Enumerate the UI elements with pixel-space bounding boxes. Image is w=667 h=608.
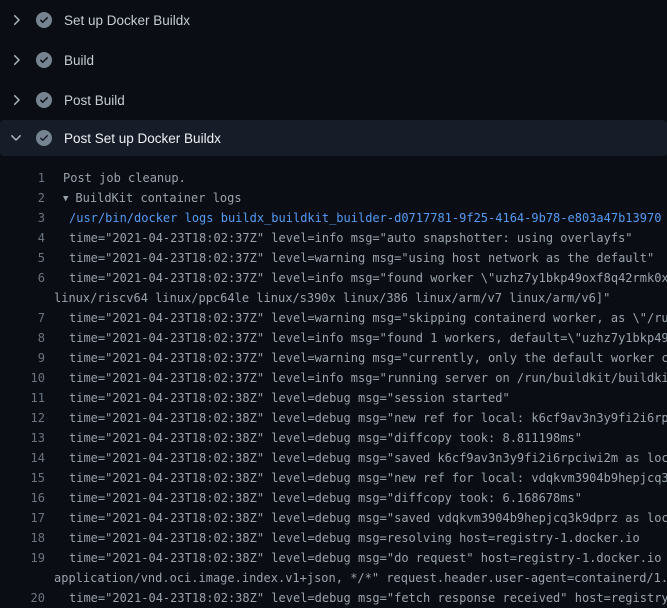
line-number[interactable]: 15 — [0, 468, 45, 488]
line-number[interactable]: 8 — [0, 328, 45, 348]
log-line-text: time="2021-04-23T18:02:38Z" level=debug … — [45, 448, 667, 468]
log-row: application/vnd.oci.image.index.v1+json,… — [0, 568, 667, 588]
log-row: 17time="2021-04-23T18:02:38Z" level=debu… — [0, 508, 667, 528]
log-line-text: time="2021-04-23T18:02:37Z" level=info m… — [45, 268, 667, 288]
log-line-text: time="2021-04-23T18:02:37Z" level=info m… — [45, 228, 667, 248]
step-label: Build — [64, 53, 94, 68]
log-row: 8time="2021-04-23T18:02:37Z" level=info … — [0, 328, 667, 348]
line-number[interactable]: 3 — [0, 208, 45, 228]
step-label: Post Set up Docker Buildx — [64, 131, 221, 146]
log-line-text: time="2021-04-23T18:02:37Z" level=warnin… — [45, 348, 667, 368]
command-text: /usr/bin/docker logs buildx_buildkit_bui… — [45, 208, 667, 228]
step-row-post-set-up-docker-buildx[interactable]: Post Set up Docker Buildx — [0, 120, 667, 156]
log-row: 2 ▼ BuildKit container logs — [0, 188, 667, 208]
log-row: 12time="2021-04-23T18:02:38Z" level=debu… — [0, 408, 667, 428]
line-number[interactable]: 4 — [0, 228, 45, 248]
line-number[interactable]: 18 — [0, 528, 45, 548]
line-number[interactable]: 20 — [0, 588, 45, 608]
line-number[interactable]: 7 — [0, 308, 45, 328]
line-number[interactable]: 2 — [0, 188, 45, 208]
step-label: Post Build — [64, 93, 125, 108]
line-number[interactable]: 6 — [0, 268, 45, 288]
log-line-text: time="2021-04-23T18:02:38Z" level=debug … — [45, 388, 667, 408]
log-row: 4time="2021-04-23T18:02:37Z" level=info … — [0, 228, 667, 248]
log-row: 3/usr/bin/docker logs buildx_buildkit_bu… — [0, 208, 667, 228]
log-line-text: time="2021-04-23T18:02:38Z" level=debug … — [45, 488, 667, 508]
log-line-text: time="2021-04-23T18:02:37Z" level=info m… — [45, 328, 667, 348]
log-viewer: 1Post job cleanup.2 ▼ BuildKit container l… — [0, 156, 667, 608]
chevron-right-icon — [8, 92, 24, 108]
line-number[interactable]: 16 — [0, 488, 45, 508]
line-number[interactable]: 1 — [0, 168, 45, 188]
log-row: 1Post job cleanup. — [0, 168, 667, 188]
check-circle-icon — [36, 92, 52, 108]
log-row: linux/riscv64 linux/ppc64le linux/s390x … — [0, 288, 667, 308]
check-circle-icon — [36, 130, 52, 146]
log-row: 11time="2021-04-23T18:02:38Z" level=debu… — [0, 388, 667, 408]
chevron-right-icon — [8, 52, 24, 68]
log-line-text: time="2021-04-23T18:02:38Z" level=debug … — [45, 528, 667, 548]
log-row: 20time="2021-04-23T18:02:38Z" level=debu… — [0, 588, 667, 608]
log-group-collapse-icon[interactable]: ▼ — [63, 189, 68, 208]
log-line-text: time="2021-04-23T18:02:37Z" level=warnin… — [45, 308, 667, 328]
step-label: Set up Docker Buildx — [64, 13, 190, 28]
log-line-text: time="2021-04-23T18:02:37Z" level=info m… — [45, 368, 667, 388]
log-row: 5time="2021-04-23T18:02:37Z" level=warni… — [0, 248, 667, 268]
line-number[interactable]: 17 — [0, 508, 45, 528]
line-number[interactable]: 19 — [0, 548, 45, 568]
line-number[interactable]: 10 — [0, 368, 45, 388]
log-line-text: ▼ BuildKit container logs — [45, 188, 667, 208]
log-line-text: time="2021-04-23T18:02:38Z" level=debug … — [45, 588, 667, 608]
line-number[interactable]: 14 — [0, 448, 45, 468]
line-number[interactable]: 9 — [0, 348, 45, 368]
chevron-right-icon — [8, 12, 24, 28]
log-row: 19time="2021-04-23T18:02:38Z" level=debu… — [0, 548, 667, 568]
line-number — [0, 568, 45, 588]
step-row-build[interactable]: Build — [0, 40, 667, 80]
step-row-set-up-docker-buildx[interactable]: Set up Docker Buildx — [0, 0, 667, 40]
steps-panel: Set up Docker Buildx Build Post Build Post … — [0, 0, 667, 156]
line-number[interactable]: 5 — [0, 248, 45, 268]
log-line-text: time="2021-04-23T18:02:38Z" level=debug … — [45, 428, 667, 448]
line-number[interactable]: 12 — [0, 408, 45, 428]
line-number — [0, 288, 45, 308]
log-line-text: time="2021-04-23T18:02:38Z" level=debug … — [45, 408, 667, 428]
line-number[interactable]: 11 — [0, 388, 45, 408]
log-line-text: time="2021-04-23T18:02:37Z" level=warnin… — [45, 248, 667, 268]
log-row: 7time="2021-04-23T18:02:37Z" level=warni… — [0, 308, 667, 328]
log-group-label: BuildKit container logs — [75, 191, 241, 205]
log-line-text: linux/riscv64 linux/ppc64le linux/s390x … — [45, 288, 667, 308]
log-row: 10time="2021-04-23T18:02:37Z" level=info… — [0, 368, 667, 388]
log-row: 16time="2021-04-23T18:02:38Z" level=debu… — [0, 488, 667, 508]
step-row-post-build[interactable]: Post Build — [0, 80, 667, 120]
log-line-text: time="2021-04-23T18:02:38Z" level=debug … — [45, 548, 667, 568]
check-circle-icon — [36, 52, 52, 68]
log-row: 14time="2021-04-23T18:02:38Z" level=debu… — [0, 448, 667, 468]
chevron-down-icon — [8, 130, 24, 146]
log-row: 6time="2021-04-23T18:02:37Z" level=info … — [0, 268, 667, 288]
log-line-text: Post job cleanup. — [45, 168, 667, 188]
log-row: 13time="2021-04-23T18:02:38Z" level=debu… — [0, 428, 667, 448]
log-line-text: time="2021-04-23T18:02:38Z" level=debug … — [45, 508, 667, 528]
log-row: 9time="2021-04-23T18:02:37Z" level=warni… — [0, 348, 667, 368]
log-line-text: time="2021-04-23T18:02:38Z" level=debug … — [45, 468, 667, 488]
line-number[interactable]: 13 — [0, 428, 45, 448]
log-line-text: application/vnd.oci.image.index.v1+json,… — [45, 568, 667, 588]
log-row: 18time="2021-04-23T18:02:38Z" level=debu… — [0, 528, 667, 548]
check-circle-icon — [36, 12, 52, 28]
log-row: 15time="2021-04-23T18:02:38Z" level=debu… — [0, 468, 667, 488]
